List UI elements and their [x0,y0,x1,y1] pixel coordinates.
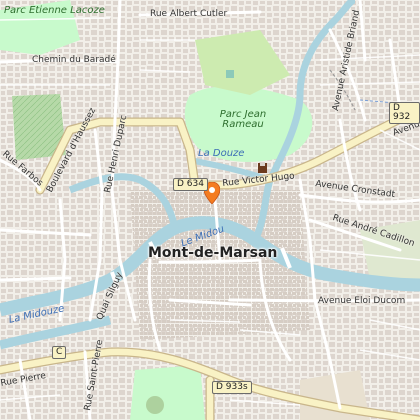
pool-icon [226,70,234,78]
castle-icon [258,166,267,173]
street-label-chemin-du-barade: Chemin du Baradé [32,55,116,65]
road-shield-c: C [52,346,67,359]
street-label-eloi-ducom: Avenue Eloi Ducom [318,296,406,306]
river-label-douze: La Douze [198,148,245,159]
roundabout-green [146,396,164,414]
road-shield-d933s: D 933s [212,381,252,394]
park-label-etienne-lacoze: Parc Etienne Lacoze [4,5,105,16]
street-label-albert-cutler: Rue Albert Cutler [150,9,228,19]
road-shield-d932: D 932 [389,102,420,124]
road-shield-d634: D 634 [173,178,208,191]
park-label-jean-rameau: Parc Jean Rameau [219,109,267,130]
map-canvas[interactable]: Parc Etienne Lacoze Parc Jean Rameau Mon… [0,0,420,420]
city-label: Mont-de-Marsan [148,245,278,261]
park-south [130,365,205,420]
